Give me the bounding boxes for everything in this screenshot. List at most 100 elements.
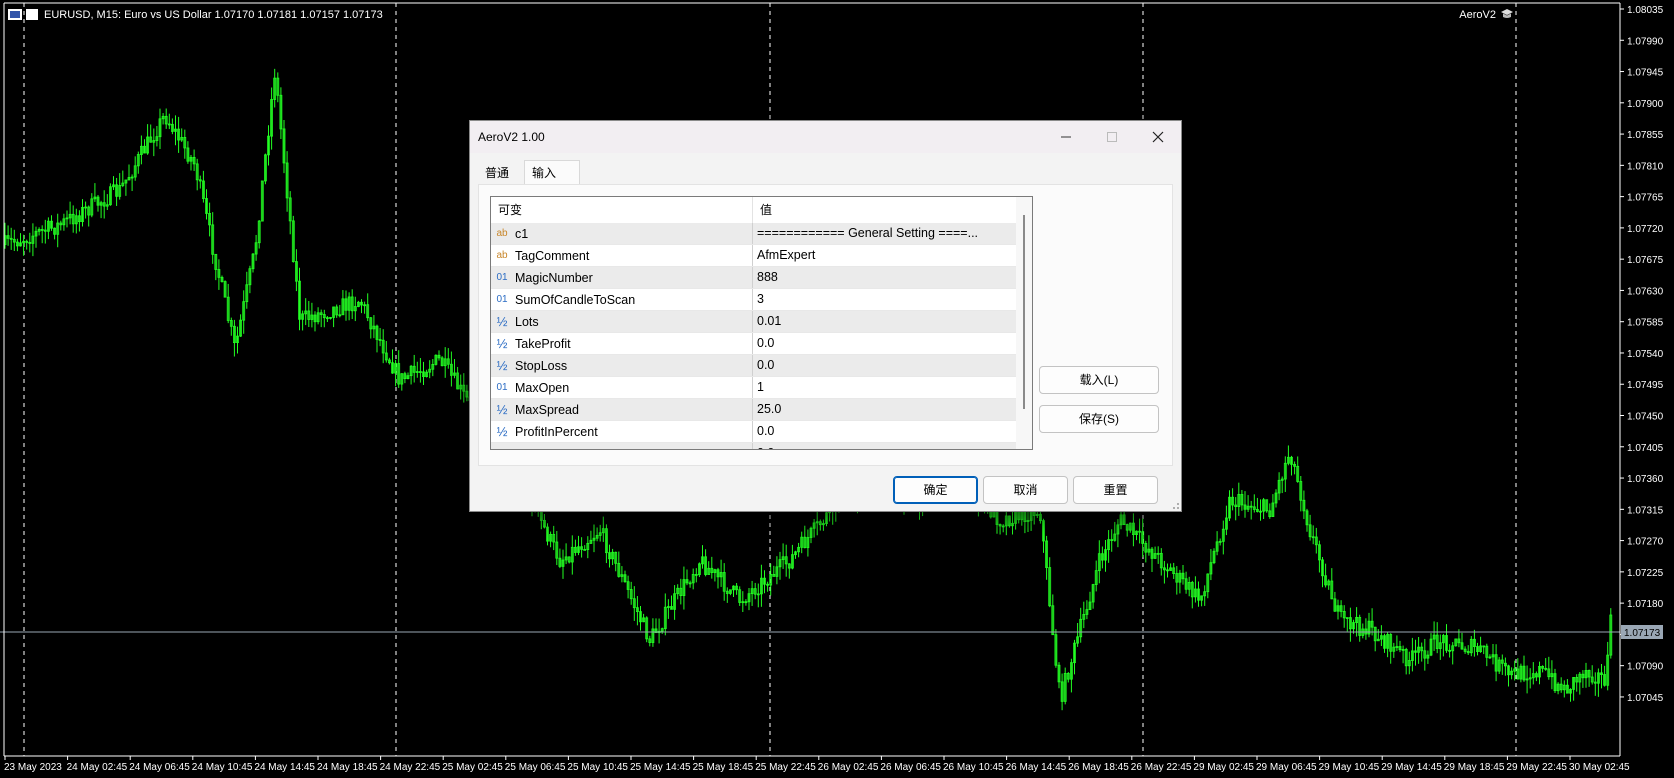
input-row[interactable]: 01 SumOfCandleToScan 3	[491, 289, 1032, 311]
ea-properties-dialog: AeroV2 1.00 普通 输入 可变 值 ab c1 ============ …	[469, 120, 1182, 512]
double-type-icon: ½	[496, 402, 508, 417]
input-name-cell[interactable]: ½ TakeProfit	[491, 333, 753, 354]
input-value-cell[interactable]: ============ General Setting ====...	[753, 223, 1017, 244]
input-name-cell[interactable]: ½ Lots	[491, 311, 753, 332]
price-label: 1.07675	[1627, 255, 1664, 266]
dialog-title: AeroV2 1.00	[478, 130, 545, 144]
input-value-cell[interactable]: 0.0	[753, 443, 1017, 449]
tab-inputs[interactable]: 输入	[524, 160, 580, 185]
time-label: 25 May 22:45	[755, 762, 816, 773]
double-type-icon: ½	[496, 314, 508, 329]
resize-grip-icon[interactable]	[1170, 500, 1180, 510]
input-name-cell[interactable]: 01 MaxOpen	[491, 377, 753, 398]
dialog-titlebar[interactable]: AeroV2 1.00	[470, 121, 1181, 153]
input-row[interactable]: ab TagComment AfmExpert	[491, 245, 1032, 267]
column-variable[interactable]: 可变	[491, 197, 753, 223]
input-name: SumOfCandleToScan	[515, 292, 636, 307]
input-value-cell[interactable]: 0.01	[753, 311, 1017, 332]
input-name-cell[interactable]: ½ MaxSpread	[491, 399, 753, 420]
input-row[interactable]: ½ LossInPercent 0.0	[491, 443, 1032, 450]
input-name: StopLoss	[515, 358, 568, 373]
inputs-panel: 可变 值 ab c1 ============ General Setting ==…	[478, 184, 1173, 466]
input-value-cell[interactable]: AfmExpert	[753, 245, 1017, 266]
expert-name: AeroV2	[1459, 9, 1496, 21]
double-type-icon: ½	[494, 446, 510, 449]
load-button[interactable]: 载入(L)	[1039, 366, 1159, 394]
input-name-cell[interactable]: ab TagComment	[491, 245, 753, 266]
input-name-cell[interactable]: ½ ProfitInPercent	[491, 421, 753, 442]
double-type-icon: ½	[496, 336, 508, 351]
input-row[interactable]: 01 MaxOpen 1	[491, 377, 1032, 399]
save-button[interactable]: 保存(S)	[1039, 405, 1159, 433]
input-row[interactable]: 01 MagicNumber 888	[491, 267, 1032, 289]
price-label: 1.07270	[1627, 537, 1664, 548]
integer-type-icon: 01	[496, 382, 508, 393]
input-name: MagicNumber	[515, 270, 593, 285]
price-label: 1.07315	[1627, 505, 1664, 516]
price-label: 1.07450	[1627, 412, 1664, 423]
chart-menu-icon[interactable]	[8, 9, 22, 20]
input-row[interactable]: ab c1 ============ General Setting ====...	[491, 223, 1032, 245]
input-name: TagComment	[515, 248, 590, 263]
input-row[interactable]: ½ Lots 0.01	[491, 311, 1032, 333]
time-label: 24 May 02:45	[67, 762, 128, 773]
input-name: LossInPercent	[515, 447, 595, 450]
column-value[interactable]: 值	[753, 197, 772, 223]
time-label: 26 May 06:45	[880, 762, 941, 773]
time-label: 29 May 18:45	[1444, 762, 1505, 773]
time-label: 25 May 18:45	[693, 762, 754, 773]
input-value-cell[interactable]: 888	[753, 267, 1017, 288]
time-label: 26 May 18:45	[1068, 762, 1129, 773]
time-label: 29 May 22:45	[1506, 762, 1567, 773]
input-value-cell[interactable]: 0.0	[753, 333, 1017, 354]
time-label: 29 May 02:45	[1193, 762, 1254, 773]
scrollbar-thumb[interactable]	[1023, 215, 1025, 409]
symbol-flag-icon	[26, 9, 38, 20]
time-label: 29 May 06:45	[1256, 762, 1317, 773]
close-button[interactable]	[1135, 121, 1181, 153]
input-row[interactable]: ½ ProfitInPercent 0.0	[491, 421, 1032, 443]
input-name-cell[interactable]: 01 MagicNumber	[491, 267, 753, 288]
input-name-cell[interactable]: ½ StopLoss	[491, 355, 753, 376]
price-label: 1.07045	[1627, 693, 1664, 704]
input-row[interactable]: ½ MaxSpread 25.0	[491, 399, 1032, 421]
string-type-icon: ab	[496, 250, 508, 261]
minimize-icon	[1061, 136, 1071, 138]
input-value-cell[interactable]: 1	[753, 377, 1017, 398]
time-label: 25 May 06:45	[505, 762, 566, 773]
input-name-cell[interactable]: ab c1	[491, 223, 753, 244]
input-name: ProfitInPercent	[515, 424, 598, 439]
grid-rows: ab c1 ============ General Setting ====...…	[491, 223, 1032, 450]
time-label: 29 May 10:45	[1319, 762, 1380, 773]
input-name-cell[interactable]: 01 SumOfCandleToScan	[491, 289, 753, 310]
time-label: 24 May 14:45	[254, 762, 315, 773]
price-label: 1.07810	[1627, 161, 1664, 172]
string-type-icon: ab	[496, 228, 508, 239]
price-label: 1.07090	[1627, 662, 1664, 673]
expert-hat-icon[interactable]	[1500, 8, 1514, 20]
price-label: 1.07765	[1627, 193, 1664, 204]
input-name-cell[interactable]: ½ LossInPercent	[491, 443, 753, 450]
double-type-icon: ½	[496, 424, 508, 439]
input-value-cell[interactable]: 3	[753, 289, 1017, 310]
input-row[interactable]: ½ TakeProfit 0.0	[491, 333, 1032, 355]
input-value-cell[interactable]: 0.0	[753, 421, 1017, 442]
minimize-button[interactable]	[1043, 121, 1089, 153]
inputs-grid[interactable]: 可变 值 ab c1 ============ General Setting ==…	[490, 196, 1033, 450]
reset-button[interactable]: 重置	[1073, 476, 1158, 504]
integer-type-icon: 01	[496, 294, 508, 305]
price-label: 1.07855	[1627, 130, 1664, 141]
input-value-cell[interactable]: 0.0	[753, 355, 1017, 376]
price-label: 1.07720	[1627, 224, 1664, 235]
time-label: 25 May 14:45	[630, 762, 691, 773]
time-label: 25 May 10:45	[567, 762, 628, 773]
input-value-cell[interactable]: 25.0	[753, 399, 1017, 420]
input-row[interactable]: ½ StopLoss 0.0	[491, 355, 1032, 377]
tab-common[interactable]: 普通	[478, 161, 530, 185]
grid-scrollbar[interactable]	[1016, 197, 1032, 449]
time-label: 26 May 10:45	[943, 762, 1004, 773]
chart-title-text: EURUSD, M15: Euro vs US Dollar 1.07170 1…	[44, 9, 383, 21]
cancel-button[interactable]: 取消	[983, 476, 1068, 504]
ok-button[interactable]: 确定	[893, 476, 978, 504]
time-label: 26 May 14:45	[1006, 762, 1067, 773]
